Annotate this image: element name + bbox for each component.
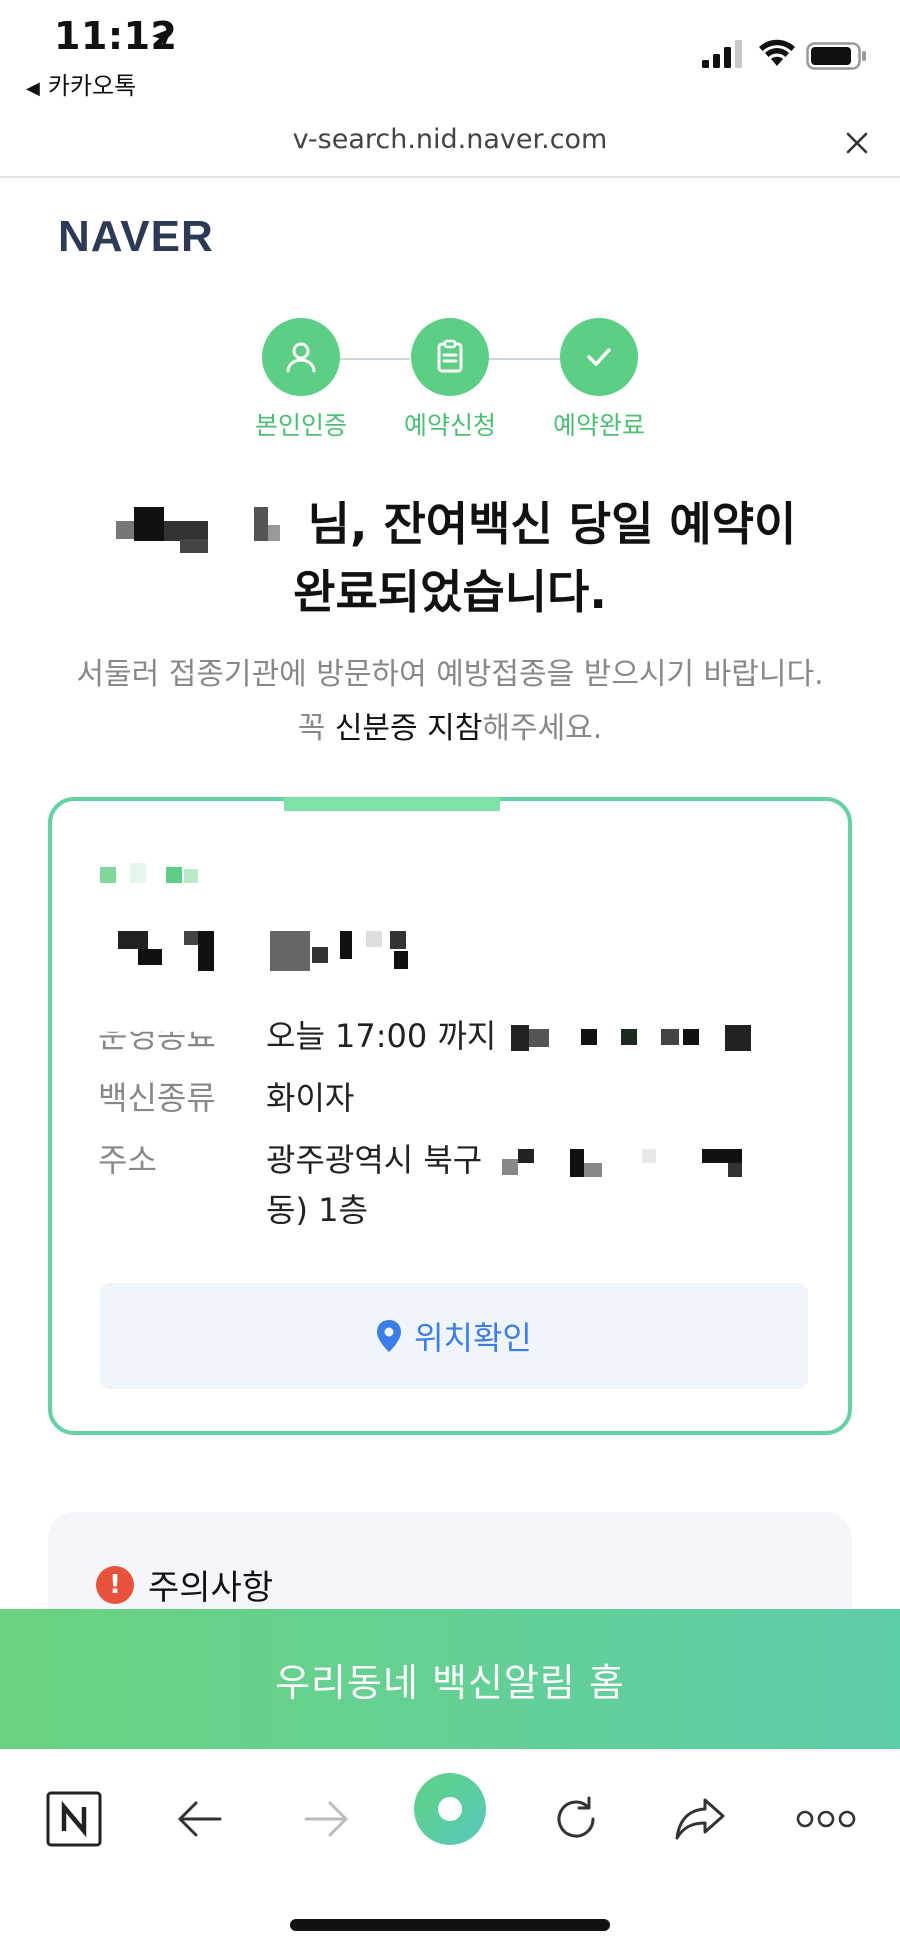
status-bar: 11:12 ◀ 카카오톡 xyxy=(0,0,900,110)
map-pin-icon xyxy=(377,1320,402,1352)
more-button[interactable] xyxy=(786,1779,866,1859)
location-check-label: 위치확인 xyxy=(414,1319,532,1357)
naver-home-icon xyxy=(46,1791,102,1847)
info-value: 화이자 xyxy=(266,1079,355,1117)
naver-home-button[interactable] xyxy=(34,1779,114,1859)
refresh-button[interactable] xyxy=(536,1779,616,1859)
back-triangle-icon: ◀ xyxy=(26,78,40,99)
close-icon[interactable] xyxy=(840,126,874,160)
step-label: 예약신청 xyxy=(403,411,496,440)
step-label: 예약완료 xyxy=(552,411,645,440)
step-apply: 예약신청 xyxy=(375,318,525,442)
info-key: 운영종료 xyxy=(98,1017,216,1055)
back-to-app-link[interactable]: ◀ 카카오톡 xyxy=(26,66,136,101)
headline-line2: 완료되었습니다. xyxy=(293,565,607,619)
redacted-address-detail xyxy=(502,1145,772,1179)
address-text: 광주광역시 북구 xyxy=(266,1141,483,1179)
refresh-icon xyxy=(557,1796,595,1838)
green-dot-icon xyxy=(414,1773,486,1845)
redacted-name xyxy=(104,503,304,553)
share-icon xyxy=(675,1798,725,1840)
progress-steps: 본인인증 예약신청 예약완료 xyxy=(0,318,900,448)
clipboard-icon xyxy=(411,318,489,396)
location-check-button[interactable]: 위치확인 xyxy=(100,1283,808,1389)
notice-title: ! 주의사항 xyxy=(96,1560,273,1609)
more-icon xyxy=(796,1810,856,1828)
vaccine-alert-home-button[interactable]: 우리동네 백신알림 홈 xyxy=(0,1609,900,1749)
url-text: v-search.nid.naver.com xyxy=(292,124,608,155)
headline-text: 님, 잔여백신 당일 예약이 xyxy=(307,497,797,551)
hours-text: 오늘 17:00 까지 xyxy=(266,1017,497,1055)
redacted-category xyxy=(100,863,220,887)
wifi-icon xyxy=(759,39,795,66)
home-indicator xyxy=(290,1919,610,1931)
step-label: 본인인증 xyxy=(254,411,347,440)
instruction-emphasis: 신분증 지참 xyxy=(334,711,483,746)
naver-logo[interactable]: NAVER xyxy=(58,212,214,262)
person-icon xyxy=(262,318,340,396)
cta-label: 우리동네 백신알림 홈 xyxy=(275,1660,625,1705)
completion-headline: 님, 잔여백신 당일 예약이 완료되었습니다. xyxy=(0,490,900,626)
battery-icon xyxy=(806,42,866,70)
green-dot-button[interactable] xyxy=(410,1769,490,1849)
back-button[interactable] xyxy=(160,1779,240,1859)
redacted-hours-detail xyxy=(510,1021,761,1055)
browser-toolbar xyxy=(0,1749,900,1949)
info-value: 오늘 17:00 까지 xyxy=(266,1011,826,1061)
headline-line1: 님, 잔여백신 당일 예약이 xyxy=(0,490,900,558)
reservation-card: 운영종료 오늘 17:00 까지 백신종류 화이자 주소 광주광역시 북구 동)… xyxy=(48,797,852,1435)
info-key: 주소 xyxy=(98,1141,157,1179)
back-app-label: 카카오톡 xyxy=(47,72,137,100)
forward-button[interactable] xyxy=(286,1779,366,1859)
notice-title-text: 주의사항 xyxy=(148,1568,274,1608)
cellular-signal-icon xyxy=(702,40,742,68)
url-bar: v-search.nid.naver.com xyxy=(0,110,900,178)
instruction-part2: 해주세요. xyxy=(482,711,603,746)
card-accent-tab xyxy=(284,797,500,811)
step-identity: 본인인증 xyxy=(226,318,376,442)
info-key: 백신종류 xyxy=(98,1079,216,1117)
address-tail: 동) 1층 xyxy=(266,1191,368,1229)
check-icon xyxy=(560,318,638,396)
back-arrow-icon xyxy=(178,1801,222,1837)
step-complete: 예약완료 xyxy=(524,318,674,442)
share-button[interactable] xyxy=(660,1779,740,1859)
instruction-text: 서둘러 접종기관에 방문하여 예방접종을 받으시기 바랍니다. 꼭 신분증 지참… xyxy=(60,648,840,756)
location-arrow-icon xyxy=(152,28,172,48)
forward-arrow-icon xyxy=(304,1801,348,1837)
info-value: 광주광역시 북구 동) 1층 xyxy=(266,1135,826,1235)
redacted-clinic-name xyxy=(118,931,518,981)
warning-icon: ! xyxy=(96,1565,134,1604)
